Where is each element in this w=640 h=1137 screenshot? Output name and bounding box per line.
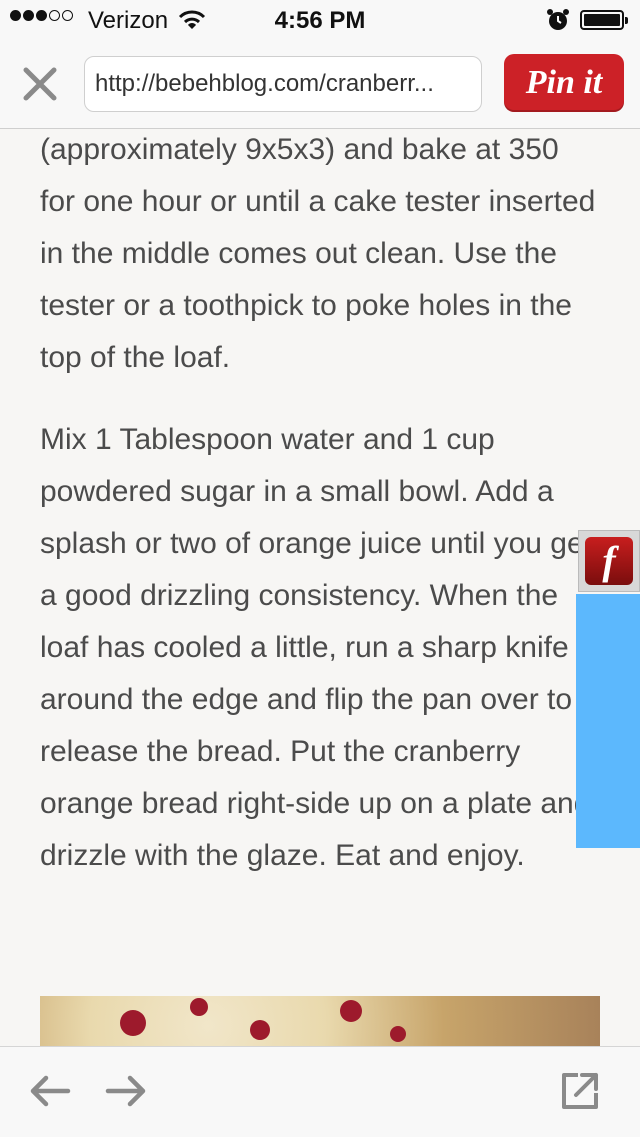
article-paragraph: (approximately 9x5x3) and bake at 350 fo… bbox=[40, 133, 596, 374]
pin-it-button[interactable]: Pin it bbox=[504, 54, 624, 112]
back-arrow-icon[interactable] bbox=[28, 1071, 72, 1111]
flash-plugin-widget[interactable]: f bbox=[578, 530, 640, 592]
flash-icon: f bbox=[585, 537, 633, 585]
clock-time: 4:56 PM bbox=[274, 7, 366, 34]
article-content: (approximately 9x5x3) and bake at 350 fo… bbox=[40, 128, 600, 882]
alarm-clock-icon bbox=[547, 9, 569, 30]
battery-icon bbox=[580, 10, 628, 30]
forward-arrow-icon[interactable] bbox=[104, 1071, 148, 1111]
bottom-navigation-bar bbox=[0, 1046, 640, 1137]
close-icon[interactable] bbox=[20, 64, 60, 104]
url-field[interactable]: http://bebehblog.com/cranberr... bbox=[84, 56, 482, 112]
pinterest-browser-toolbar: http://bebehblog.com/cranberr... Pin it bbox=[0, 40, 640, 129]
status-bar: Verizon 4:56 PM bbox=[0, 0, 640, 40]
open-external-icon[interactable] bbox=[558, 1069, 602, 1113]
cranberry-bread-image bbox=[40, 996, 600, 1046]
blue-overlay-panel[interactable] bbox=[576, 594, 640, 848]
article-paragraph: Mix 1 Tablespoon water and 1 cup powdere… bbox=[40, 423, 592, 872]
